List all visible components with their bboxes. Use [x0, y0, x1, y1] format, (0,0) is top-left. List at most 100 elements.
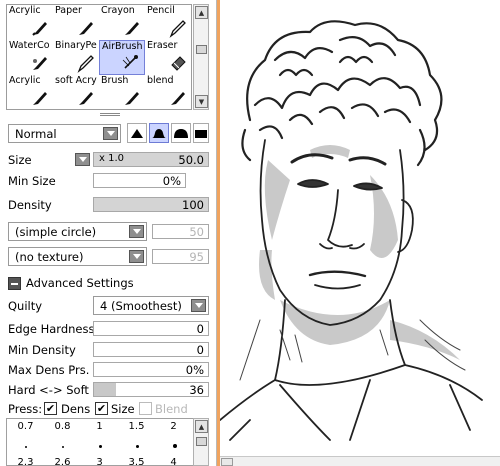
tool-eraser[interactable]: Eraser	[145, 40, 191, 75]
hard-soft-slider[interactable]: 36	[93, 382, 209, 397]
tool-pencil[interactable]: Pencil	[145, 5, 191, 40]
crayon-icon	[125, 22, 139, 35]
tool-soft-acrylic[interactable]: soft Acry	[53, 75, 99, 110]
tool-label: Brush	[101, 75, 129, 86]
size-preset[interactable]: 2.3	[7, 457, 44, 465]
scroll-thumb[interactable]	[196, 45, 207, 54]
tool-label: soft Acry	[55, 75, 97, 86]
brush-shape-medium[interactable]	[149, 123, 169, 143]
tool-grid-scrollbar[interactable]: ▲ ▼	[193, 4, 209, 110]
airbrush-icon	[122, 55, 138, 69]
splitter-handle[interactable]	[100, 113, 120, 116]
density-slider[interactable]: 100	[93, 197, 209, 212]
min-density-label: Min Density	[8, 343, 76, 357]
scroll-up-button[interactable]: ▲	[195, 6, 208, 19]
scroll-up-button[interactable]: ▲	[195, 420, 208, 433]
blend-brush-icon	[171, 92, 185, 105]
texture-select[interactable]: (no texture)	[8, 247, 147, 266]
dome-shape-icon	[174, 129, 188, 138]
blend-mode-select[interactable]: Normal	[8, 124, 121, 143]
max-dens-prs-label: Max Dens Prs.	[8, 363, 90, 377]
tool-blend[interactable]: blend	[145, 75, 191, 110]
hard-soft-value: 36	[189, 383, 204, 397]
tool-watercolor[interactable]: WaterCo	[7, 40, 53, 75]
pen-icon	[77, 55, 94, 73]
tool-label: Eraser	[147, 40, 178, 51]
size-checkbox[interactable]: ✔	[95, 402, 108, 415]
watercolor-brush-icon	[33, 57, 47, 70]
chevron-down-icon	[129, 225, 144, 238]
chevron-down-icon	[103, 127, 118, 140]
size-pressure-label: Size	[111, 402, 135, 416]
bell-shape-icon	[152, 129, 166, 138]
portrait-sketch	[220, 20, 483, 441]
dens-checkbox[interactable]: ✔	[44, 402, 57, 415]
tool-label: BinaryPe	[55, 40, 97, 51]
size-preset[interactable]: 3	[81, 457, 118, 465]
brush-shape-amount[interactable]: 50	[152, 224, 209, 239]
brush-icon	[33, 92, 47, 105]
tool-label: AirBrush	[102, 41, 143, 52]
brush-shape-select[interactable]: (simple circle)	[8, 222, 147, 241]
brush-icon	[125, 92, 139, 105]
size-multiplier-dropdown[interactable]	[75, 153, 90, 166]
size-preset[interactable]: 0.8	[44, 421, 81, 432]
quality-value: 4 (Smoothest)	[100, 299, 182, 313]
brush-shape-amount-value: 50	[189, 225, 204, 239]
edge-hardness-slider[interactable]: 0	[93, 321, 209, 336]
min-size-slider[interactable]: 0%	[93, 173, 186, 188]
blend-pressure-label: Blend	[155, 402, 188, 416]
tool-panel: Acrylic Paper Crayon Pencil WaterCo Bina…	[0, 0, 217, 466]
quality-select[interactable]: 4 (Smoothest)	[93, 296, 209, 315]
blend-checkbox[interactable]	[139, 402, 152, 415]
press-label: Press:	[8, 402, 43, 416]
tool-label: Pencil	[147, 5, 175, 16]
triangle-shape-icon	[131, 129, 143, 138]
min-density-slider[interactable]: 0	[93, 342, 209, 357]
scroll-thumb[interactable]	[196, 437, 207, 446]
min-density-value: 0	[196, 343, 204, 357]
size-dot	[99, 445, 102, 448]
tool-brush[interactable]: Brush	[99, 75, 145, 110]
brush-shape-flat[interactable]	[193, 123, 209, 143]
size-preset[interactable]: 2	[155, 421, 192, 432]
max-dens-prs-slider[interactable]: 0%	[93, 362, 209, 377]
tool-binary-pen[interactable]: BinaryPe	[53, 40, 99, 75]
square-shape-icon	[195, 130, 207, 138]
size-presets-scrollbar[interactable]: ▲	[193, 418, 209, 466]
quality-label: Quilty	[8, 299, 43, 313]
tool-airbrush[interactable]: AirBrush	[99, 40, 145, 75]
max-dens-prs-value: 0%	[185, 363, 204, 377]
size-preset[interactable]: 1	[81, 421, 118, 432]
texture-amount[interactable]: 95	[152, 249, 209, 264]
brush-shape-sharp[interactable]	[127, 123, 147, 143]
size-slider[interactable]: x 1.0 50.0	[93, 152, 209, 167]
chevron-down-icon	[191, 299, 206, 312]
size-dot	[25, 446, 27, 448]
size-preset[interactable]: 0.7	[7, 421, 44, 432]
tool-label: Acrylic	[9, 5, 41, 16]
brush-icon	[32, 22, 47, 36]
size-preset[interactable]: 1.5	[118, 421, 155, 432]
size-label: Size	[8, 153, 32, 167]
size-preset[interactable]: 4	[155, 457, 192, 465]
edge-hardness-value: 0	[196, 322, 204, 336]
size-preset[interactable]: 3.5	[118, 457, 155, 465]
canvas-horizontal-scrollbar[interactable]	[220, 456, 500, 466]
size-dot	[62, 446, 64, 448]
size-preset[interactable]: 2.6	[44, 457, 81, 465]
dens-label: Dens	[61, 402, 91, 416]
brush-shape-soft[interactable]	[171, 123, 191, 143]
scroll-down-button[interactable]: ▼	[195, 95, 208, 108]
density-label: Density	[8, 198, 52, 212]
scroll-left-button[interactable]	[221, 458, 233, 466]
min-size-label: Min Size	[8, 174, 56, 188]
tool-acrylic[interactable]: Acrylic	[7, 5, 53, 40]
tool-paper[interactable]: Paper	[53, 5, 99, 40]
density-value: 100	[182, 198, 204, 212]
tool-acrylic-2[interactable]: Acrylic	[7, 75, 53, 110]
tool-label: blend	[147, 75, 174, 86]
slider-fill	[94, 383, 116, 396]
drawing-canvas[interactable]	[220, 0, 500, 466]
tool-crayon[interactable]: Crayon	[99, 5, 145, 40]
